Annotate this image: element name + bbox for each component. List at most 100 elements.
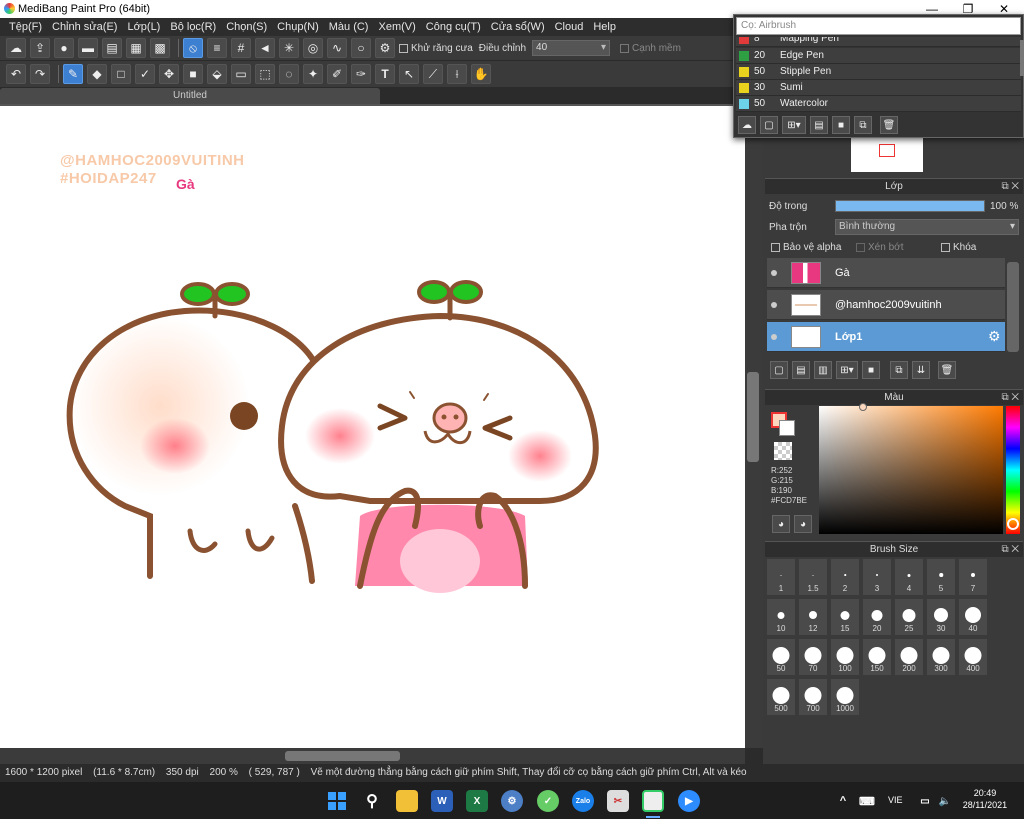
visibility-icon[interactable] — [771, 270, 777, 276]
brush-size-option[interactable]: 1.5 — [798, 558, 828, 596]
brush-size-option[interactable]: 20 — [862, 598, 892, 636]
protect-alpha-option[interactable]: Bảo vệ alpha — [771, 242, 841, 253]
brush-size-option[interactable]: 400 — [958, 638, 988, 676]
menu-edit[interactable]: Chỉnh sửa(E) — [47, 18, 122, 36]
menu-view[interactable]: Xem(V) — [373, 18, 420, 36]
brush-size-option[interactable]: 2 — [830, 558, 860, 596]
transparent-color-swatch[interactable] — [774, 442, 792, 460]
concentric-snap-icon[interactable]: ◎ — [303, 38, 323, 58]
duplicate-brush-icon[interactable]: ⧉ — [854, 116, 872, 134]
brush-size-option[interactable]: 3 — [862, 558, 892, 596]
menu-filter[interactable]: Bộ lọc(R) — [165, 18, 221, 36]
page-icon[interactable]: ▤ — [102, 38, 122, 58]
brush-size-option[interactable]: 150 — [862, 638, 892, 676]
clipping-option[interactable]: Xén bớt — [856, 242, 903, 253]
lock-option[interactable]: Khóa — [941, 242, 976, 253]
merge-layer-icon[interactable]: ⇊ — [912, 361, 930, 379]
circle-snap-icon[interactable]: ○ — [351, 38, 371, 58]
windows-start-icon[interactable] — [326, 790, 348, 812]
hand-tool-icon[interactable]: ✋ — [471, 64, 491, 84]
menu-file[interactable]: Tệp(F) — [4, 18, 47, 36]
clipping-checkbox[interactable] — [856, 242, 865, 252]
brush-size-option[interactable]: 25 — [894, 598, 924, 636]
brush-size-option[interactable]: 10 — [766, 598, 796, 636]
brush-search-input[interactable]: Cọ: Airbrush — [736, 17, 1021, 35]
magic-wand-icon[interactable]: ✦ — [303, 64, 323, 84]
brush-size-option[interactable]: 40 — [958, 598, 988, 636]
secondary-color-swatch[interactable] — [779, 420, 795, 436]
undo-icon[interactable]: ↶ — [6, 64, 26, 84]
cloud-icon[interactable]: ☁ — [6, 38, 26, 58]
snap-off-icon[interactable]: ⦸ — [183, 38, 203, 58]
brush-size-option[interactable]: 70 — [798, 638, 828, 676]
antialias-checkbox[interactable] — [399, 43, 408, 53]
panel-close-icon[interactable]: ⧉ ✕ — [1001, 542, 1019, 558]
protect-alpha-checkbox[interactable] — [771, 242, 780, 252]
palette-icon[interactable]: ◕ — [772, 515, 790, 533]
folder-icon[interactable]: ■ — [862, 361, 880, 379]
divide-tool-icon[interactable]: ⟋ — [423, 64, 443, 84]
smooth-checkbox[interactable] — [620, 43, 630, 53]
brush-cloud-icon[interactable]: ☁ — [738, 116, 756, 134]
adjust-combo[interactable]: 40 — [532, 40, 611, 56]
settings-app-icon[interactable]: ⚙ — [501, 790, 523, 812]
brush-item[interactable]: 50 Stipple Pen — [736, 64, 1021, 80]
brush-item[interactable]: 30 Sumi — [736, 80, 1021, 96]
hue-slider-handle[interactable] — [1007, 518, 1019, 530]
hue-slider[interactable] — [1006, 406, 1020, 534]
text-tool-icon[interactable]: T — [375, 64, 395, 84]
volume-icon[interactable]: 🔈 — [934, 790, 956, 812]
brush-settings-icon[interactable]: ▤ — [810, 116, 828, 134]
add-layer-menu-icon[interactable]: ⊞▾ — [836, 361, 858, 379]
excel-icon[interactable]: X — [466, 790, 488, 812]
operation-tool-icon[interactable]: ↖ — [399, 64, 419, 84]
menu-color[interactable]: Màu (C) — [324, 18, 374, 36]
layer-row[interactable]: Lớp1 ⚙ — [767, 322, 1005, 352]
radial-snap-icon[interactable]: ✳ — [279, 38, 299, 58]
brush-size-option[interactable]: 200 — [894, 638, 924, 676]
layer-row[interactable]: @hamhoc2009vuitinh — [767, 290, 1005, 320]
select-tool-icon[interactable]: ⬚ — [255, 64, 275, 84]
brush-size-option[interactable]: 15 — [830, 598, 860, 636]
brush-item[interactable]: 20 Edge Pen — [736, 48, 1021, 64]
curve-snap-icon[interactable]: ∿ — [327, 38, 347, 58]
vanish-snap-icon[interactable]: ◄ — [255, 38, 275, 58]
snipping-icon[interactable]: ✂ — [607, 790, 629, 812]
brush-size-option[interactable]: 30 — [926, 598, 956, 636]
navigator-preview[interactable] — [851, 138, 923, 172]
medibang-app-icon[interactable] — [642, 790, 664, 812]
bucket-tool-icon[interactable]: ⬙ — [207, 64, 227, 84]
menu-select[interactable]: Chọn(S) — [221, 18, 272, 36]
navigator-viewport[interactable] — [879, 144, 895, 157]
panel-close-icon[interactable]: ⧉ ✕ — [1001, 390, 1019, 406]
brush-size-option[interactable]: 300 — [926, 638, 956, 676]
comment-icon[interactable]: ● — [54, 38, 74, 58]
delete-layer-icon[interactable]: 🗑 — [938, 361, 956, 379]
brush-size-option[interactable]: 4 — [894, 558, 924, 596]
blend-mode-select[interactable]: Bình thường ▾ — [835, 219, 1019, 235]
brush-size-option[interactable]: 1000 — [830, 678, 860, 716]
brush-item[interactable]: 50 Watercolor — [736, 96, 1021, 112]
menu-layer[interactable]: Lớp(L) — [122, 18, 165, 36]
redo-icon[interactable]: ↷ — [30, 64, 50, 84]
share-icon[interactable]: ⇪ — [30, 38, 50, 58]
network-icon[interactable]: ▭ — [914, 790, 936, 812]
vertical-scroll-thumb[interactable] — [747, 372, 759, 462]
clock[interactable]: 20:49 28/11/2021 — [960, 787, 1010, 811]
document-tab[interactable]: Untitled — [0, 88, 380, 104]
brush-item[interactable]: 8 Mapping Pen — [736, 37, 1021, 47]
brush-size-option[interactable]: 500 — [766, 678, 796, 716]
dot-tool-icon[interactable]: ✓ — [135, 64, 155, 84]
file-explorer-icon[interactable] — [396, 790, 418, 812]
color-settings-icon[interactable]: ◕ — [794, 515, 812, 533]
shape-tool-icon[interactable]: □ — [111, 64, 131, 84]
select-pen-icon[interactable]: ✐ — [327, 64, 347, 84]
new-halftone-layer-icon[interactable]: ▤ — [792, 361, 810, 379]
brush-size-option[interactable]: 50 — [766, 638, 796, 676]
eyedropper-icon[interactable]: ⟊ — [447, 64, 467, 84]
menu-window[interactable]: Cửa sổ(W) — [486, 18, 550, 36]
zoom-app-icon[interactable]: ▶ — [678, 790, 700, 812]
chevron-up-icon[interactable]: ^ — [832, 790, 854, 812]
greenshot-icon[interactable]: ✓ — [537, 790, 559, 812]
brush-size-option[interactable]: 5 — [926, 558, 956, 596]
